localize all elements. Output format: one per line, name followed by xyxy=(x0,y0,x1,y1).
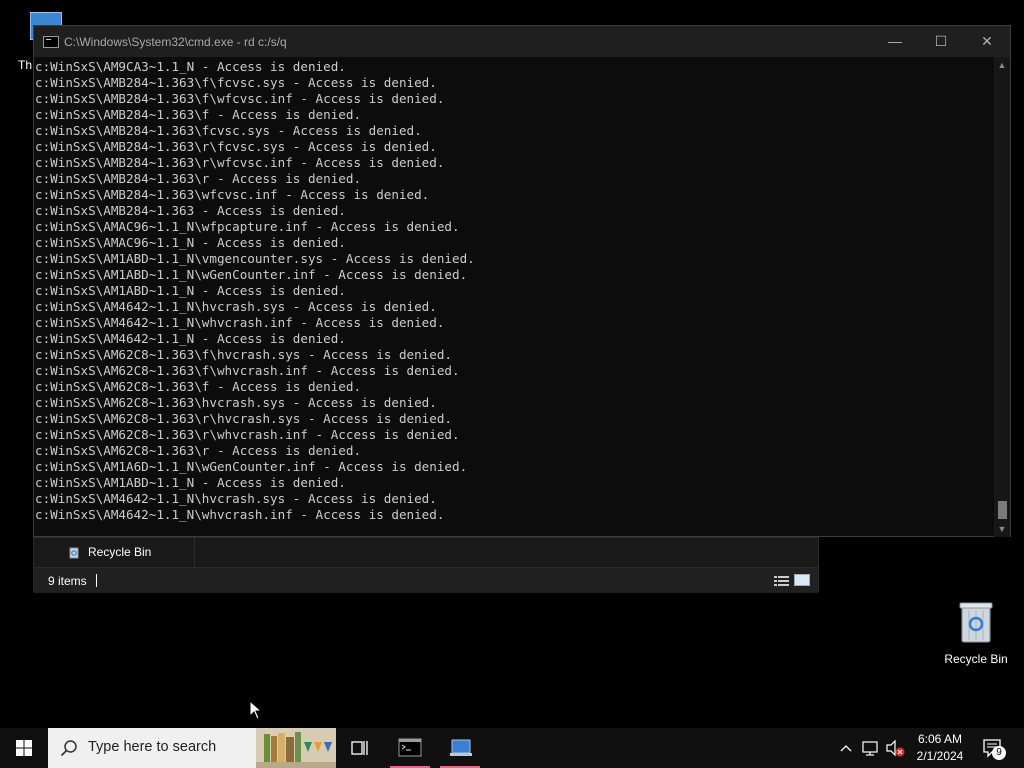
task-view-icon xyxy=(351,741,368,755)
network-icon xyxy=(862,741,878,756)
clock-date: 2/1/2024 xyxy=(916,749,964,763)
clock-time: 6:06 AM xyxy=(917,732,963,746)
console-line: c:WinSxS\AM62C8~1.363\r\whvcrash.inf - A… xyxy=(35,427,460,442)
scroll-thumb[interactable] xyxy=(998,501,1007,519)
console-line: c:WinSxS\AMB284~1.363\r\fcvsc.sys - Acce… xyxy=(35,139,437,154)
taskbar-search-box[interactable]: Type here to search xyxy=(48,728,336,768)
console-line: c:WinSxS\AM1A6D~1.1_N\wGenCounter.inf - … xyxy=(35,459,468,474)
console-line: c:WinSxS\AMB284~1.363 - Access is denied… xyxy=(35,203,346,218)
console-output[interactable]: c:WinSxS\AM9CA3~1.1_N - Access is denied… xyxy=(34,57,996,537)
console-line: c:WinSxS\AMB284~1.363\r\wfcvsc.inf - Acc… xyxy=(35,155,445,170)
console-line: c:WinSxS\AM62C8~1.363\r\hvcrash.sys - Ac… xyxy=(35,411,453,426)
console-line: c:WinSxS\AM62C8~1.363\f\whvcrash.inf - A… xyxy=(35,363,460,378)
console-line: c:WinSxS\AMB284~1.363\fcvsc.sys - Access… xyxy=(35,123,422,138)
cmd-titlebar[interactable]: C:\Windows\System32\cmd.exe - rd c:/s/q … xyxy=(34,26,1010,57)
console-line: c:WinSxS\AMB284~1.363\r - Access is deni… xyxy=(35,171,362,186)
recycle-bin-label: Recycle Bin xyxy=(944,652,1008,666)
console-scrollbar[interactable]: ▲ ▼ xyxy=(994,57,1010,537)
cmd-taskbar-icon xyxy=(398,738,422,757)
console-line: c:WinSxS\AM62C8~1.363\f - Access is deni… xyxy=(35,379,362,394)
desktop-icon-label: Th xyxy=(18,58,33,72)
minimize-button[interactable]: — xyxy=(872,26,918,57)
desktop: Th Recycle Bin Recycle Bin 9 items C:\Wi… xyxy=(0,0,1024,768)
console-line: c:WinSxS\AMB284~1.363\f\fcvsc.sys - Acce… xyxy=(35,75,437,90)
console-line: c:WinSxS\AM4642~1.1_N\hvcrash.sys - Acce… xyxy=(35,299,437,314)
search-icon xyxy=(60,740,77,757)
console-line: c:WinSxS\AM1ABD~1.1_N\wGenCounter.inf - … xyxy=(35,267,468,282)
cmd-title: C:\Windows\System32\cmd.exe - rd c:/s/q xyxy=(64,35,287,49)
desktop-icon-recycle-bin[interactable]: Recycle Bin xyxy=(940,600,1012,666)
taskbar-clock[interactable]: 6:06 AM 2/1/2024 xyxy=(912,731,968,765)
search-highlight-image-icon xyxy=(256,728,336,768)
status-bar: 9 items xyxy=(34,567,818,593)
notification-badge: 9 xyxy=(992,746,1006,760)
navigation-pane: Recycle Bin xyxy=(34,538,195,566)
mouse-cursor-icon xyxy=(249,700,263,720)
nav-item-recycle-bin[interactable]: Recycle Bin xyxy=(88,545,151,559)
console-line: c:WinSxS\AM9CA3~1.1_N - Access is denied… xyxy=(35,59,346,74)
large-icons-view-icon[interactable] xyxy=(794,574,810,586)
console-line: c:WinSxS\AM1ABD~1.1_N - Access is denied… xyxy=(35,283,346,298)
console-line: c:WinSxS\AM62C8~1.363\hvcrash.sys - Acce… xyxy=(35,395,437,410)
console-line: c:WinSxS\AMB284~1.363\f\wfcvsc.inf - Acc… xyxy=(35,91,445,106)
console-line: c:WinSxS\AM4642~1.1_N\whvcrash.inf - Acc… xyxy=(35,507,445,522)
console-line: c:WinSxS\AM4642~1.1_N\hvcrash.sys - Acce… xyxy=(35,491,437,506)
console-line: c:WinSxS\AM1ABD~1.1_N - Access is denied… xyxy=(35,475,346,490)
recycle-bin-icon xyxy=(957,600,995,644)
recycle-bin-taskbar-icon xyxy=(450,739,472,756)
console-line: c:WinSxS\AM4642~1.1_N\whvcrash.inf - Acc… xyxy=(35,315,445,330)
taskbar: Type here to search 6:06 AM 2/1/2024 9 xyxy=(0,728,1024,768)
status-separator xyxy=(96,574,97,587)
console-line: c:WinSxS\AMB284~1.363\f - Access is deni… xyxy=(35,107,362,122)
console-line: c:WinSxS\AM62C8~1.363\f\hvcrash.sys - Ac… xyxy=(35,347,453,362)
taskbar-cmd-button[interactable] xyxy=(386,728,434,768)
item-count: 9 items xyxy=(48,574,87,588)
recycle-bin-small-icon xyxy=(68,546,80,559)
cmd-icon xyxy=(43,36,59,48)
action-center-button[interactable]: 9 xyxy=(978,736,1008,760)
chevron-up-icon xyxy=(840,745,852,752)
show-hidden-icons-button[interactable] xyxy=(836,728,856,768)
console-line: c:WinSxS\AMAC96~1.1_N - Access is denied… xyxy=(35,235,346,250)
volume-muted-icon xyxy=(886,739,905,757)
close-button[interactable]: ✕ xyxy=(964,26,1010,57)
volume-tray-button[interactable] xyxy=(884,728,908,768)
cmd-window: C:\Windows\System32\cmd.exe - rd c:/s/q … xyxy=(33,25,1011,537)
console-line: c:WinSxS\AM4642~1.1_N - Access is denied… xyxy=(35,331,346,346)
console-line: c:WinSxS\AM62C8~1.363\r - Access is deni… xyxy=(35,443,362,458)
windows-logo-icon xyxy=(16,740,32,756)
search-placeholder: Type here to search xyxy=(88,739,217,755)
network-tray-button[interactable] xyxy=(860,728,882,768)
maximize-button[interactable]: ☐ xyxy=(918,26,964,57)
details-view-icon[interactable] xyxy=(774,574,790,586)
console-line: c:WinSxS\AMB284~1.363\wfcvsc.inf - Acces… xyxy=(35,187,430,202)
scroll-up-icon[interactable]: ▲ xyxy=(994,57,1010,73)
taskbar-explorer-button[interactable] xyxy=(436,728,484,768)
explorer-window: Recycle Bin 9 items xyxy=(33,537,819,593)
console-line: c:WinSxS\AMAC96~1.1_N\wfpcapture.inf - A… xyxy=(35,219,460,234)
scroll-down-icon[interactable]: ▼ xyxy=(994,521,1010,537)
task-view-button[interactable] xyxy=(336,728,384,768)
start-button[interactable] xyxy=(0,728,48,768)
console-line: c:WinSxS\AM1ABD~1.1_N\vmgencounter.sys -… xyxy=(35,251,475,266)
